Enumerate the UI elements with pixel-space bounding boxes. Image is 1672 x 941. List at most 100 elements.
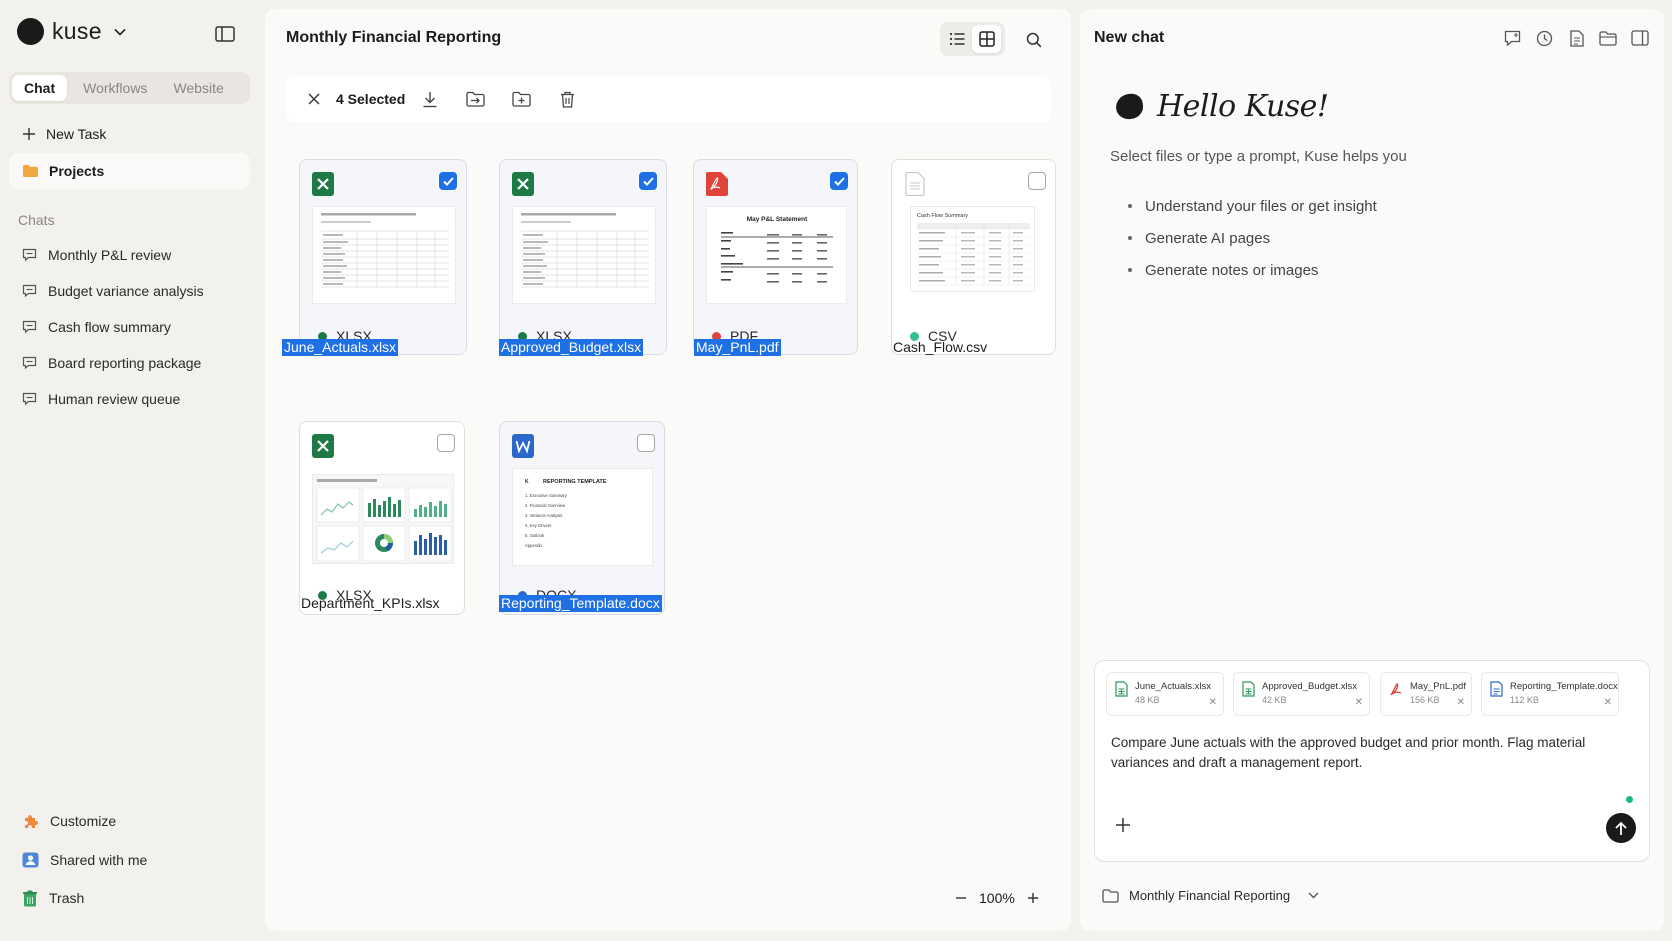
- customize-label: Customize: [50, 813, 117, 829]
- pdf-preview-title: May P&L Statement: [747, 216, 808, 223]
- attachment-chip[interactable]: May_PnL.pdf 156 KB ✕: [1380, 672, 1472, 716]
- history-button[interactable]: [1534, 28, 1554, 48]
- sidebar-item-projects[interactable]: Projects: [9, 153, 250, 189]
- notes-button[interactable]: [1566, 28, 1586, 48]
- add-attachment-button[interactable]: [1111, 813, 1135, 837]
- trash-button[interactable]: Trash: [9, 882, 250, 914]
- document-file-icon: [1490, 681, 1503, 697]
- files-button[interactable]: [1598, 28, 1618, 48]
- checkmark-icon: [442, 176, 454, 186]
- remove-attachment-icon[interactable]: ✕: [1209, 697, 1217, 708]
- file-name[interactable]: Approved_Budget.xlsx: [499, 339, 644, 356]
- file-card[interactable]: Cash Flow Summary CSV: [891, 159, 1056, 355]
- suggestion-list: Understand your files or get insight Gen…: [1128, 190, 1377, 286]
- file-card[interactable]: K REPORTING TEMPLATE 1. Executive Summar…: [499, 421, 665, 615]
- sidebar-chat-item[interactable]: Cash flow summary: [9, 311, 250, 343]
- chat-bubble-icon: [22, 392, 37, 406]
- zoom-level: 100%: [979, 890, 1015, 906]
- excel-file-icon: [312, 172, 334, 196]
- sidebar-chat-item[interactable]: Budget variance analysis: [9, 275, 250, 307]
- file-checkbox[interactable]: [639, 172, 657, 190]
- zoom-out-button[interactable]: [955, 892, 967, 904]
- zoom-in-button[interactable]: [1027, 892, 1039, 904]
- file-checkbox[interactable]: [1028, 172, 1046, 190]
- chat-bubble-icon: [22, 248, 37, 262]
- chat-bubble-icon: [22, 320, 37, 334]
- new-task-button[interactable]: New Task: [9, 116, 250, 152]
- sidebar: kuse Chat Workflows Website New Task Pro…: [0, 0, 264, 941]
- move-to-folder-icon: [465, 91, 485, 107]
- tab-chat[interactable]: Chat: [12, 75, 68, 101]
- word-file-icon: [512, 434, 534, 458]
- file-name[interactable]: Cash_Flow.csv: [891, 339, 989, 356]
- tab-workflows[interactable]: Workflows: [71, 75, 159, 101]
- file-card[interactable]: XLSX: [299, 159, 467, 355]
- customize-button[interactable]: Customize: [9, 805, 250, 837]
- download-icon: [423, 91, 437, 107]
- remove-attachment-icon[interactable]: ✕: [1457, 697, 1465, 708]
- project-selector[interactable]: Monthly Financial Reporting: [1102, 888, 1319, 903]
- file-checkbox[interactable]: [437, 434, 455, 452]
- file-name[interactable]: May_PnL.pdf: [694, 339, 781, 356]
- new-chat-button[interactable]: [1502, 28, 1522, 48]
- file-checkbox[interactable]: [830, 172, 848, 190]
- suggestion-item: Generate AI pages: [1128, 222, 1377, 254]
- file-browser-panel: Monthly Financial Reporting 4 Selected X…: [265, 9, 1071, 931]
- new-folder-button[interactable]: [508, 86, 534, 112]
- delete-button[interactable]: [554, 86, 580, 112]
- move-button[interactable]: [462, 86, 488, 112]
- checkmark-icon: [833, 176, 845, 186]
- download-button[interactable]: [417, 86, 443, 112]
- shared-with-me-button[interactable]: Shared with me: [9, 844, 250, 876]
- tab-website[interactable]: Website: [161, 75, 235, 101]
- sidebar-toggle-button[interactable]: [213, 23, 237, 45]
- attachment-size: 48 KB: [1135, 695, 1160, 705]
- search-button[interactable]: [1020, 27, 1048, 53]
- arrow-up-icon: [1615, 821, 1627, 835]
- file-name[interactable]: Department_KPIs.xlsx: [299, 595, 442, 612]
- send-button[interactable]: [1606, 813, 1636, 843]
- grid-icon: [978, 31, 995, 47]
- chat-item-label: Human review queue: [48, 391, 181, 407]
- pdf-preview: May P&L Statement: [721, 216, 833, 283]
- pdf-file-icon: [1390, 683, 1402, 696]
- greeting-subtitle: Select files or type a prompt, Kuse help…: [1110, 148, 1407, 165]
- projects-label: Projects: [49, 163, 105, 179]
- attachment-chip[interactable]: Reporting_Template.docx 112 KB ✕: [1481, 672, 1619, 716]
- attachment-chip[interactable]: June_Actuals.xlsx 48 KB ✕: [1106, 672, 1224, 716]
- attachment-size: 112 KB: [1510, 695, 1539, 705]
- file-checkbox[interactable]: [637, 434, 655, 452]
- template-item: 4. Key Drivers: [525, 523, 551, 528]
- greeting: Hello Kuse!: [1114, 89, 1329, 124]
- close-icon: [308, 93, 320, 105]
- list-view-button[interactable]: [943, 25, 972, 53]
- toggle-panel-button[interactable]: [1630, 28, 1650, 48]
- grid-view-button[interactable]: [972, 25, 1001, 53]
- trash-icon: [560, 91, 574, 108]
- file-card[interactable]: XLSX: [499, 159, 667, 355]
- sidebar-chat-item[interactable]: Human review queue: [9, 383, 250, 415]
- file-card[interactable]: May P&L Statement PDF: [693, 159, 858, 355]
- remove-attachment-icon[interactable]: ✕: [1604, 697, 1612, 708]
- zoom-control: 100%: [955, 890, 1039, 906]
- suggestion-item: Understand your files or get insight: [1128, 190, 1377, 222]
- chevron-down-icon: [114, 28, 126, 36]
- sidebar-chat-item[interactable]: Board reporting package: [9, 347, 250, 379]
- clear-selection-button[interactable]: [304, 89, 324, 109]
- attachment-chip[interactable]: Approved_Budget.xlsx 42 KB ✕: [1233, 672, 1370, 716]
- file-name[interactable]: Reporting_Template.docx: [499, 595, 662, 612]
- prompt-input[interactable]: Compare June actuals with the approved b…: [1111, 733, 1611, 773]
- selection-toolbar: 4 Selected: [286, 76, 1051, 122]
- workspace-switcher[interactable]: kuse: [17, 18, 126, 45]
- file-card[interactable]: XLSX: [299, 421, 465, 615]
- sidebar-chat-item[interactable]: Monthly P&L review: [9, 239, 250, 271]
- file-name[interactable]: June_Actuals.xlsx: [282, 339, 399, 356]
- view-toggle: [940, 22, 1005, 56]
- excel-file-icon: [312, 434, 334, 458]
- suggestion-text: Generate notes or images: [1145, 261, 1319, 279]
- spreadsheet-file-icon: [1242, 681, 1255, 697]
- remove-attachment-icon[interactable]: ✕: [1355, 697, 1363, 708]
- file-preview-thumbnail: K REPORTING TEMPLATE 1. Executive Summar…: [512, 468, 653, 566]
- pdf-file-icon: [706, 172, 728, 196]
- file-checkbox[interactable]: [439, 172, 457, 190]
